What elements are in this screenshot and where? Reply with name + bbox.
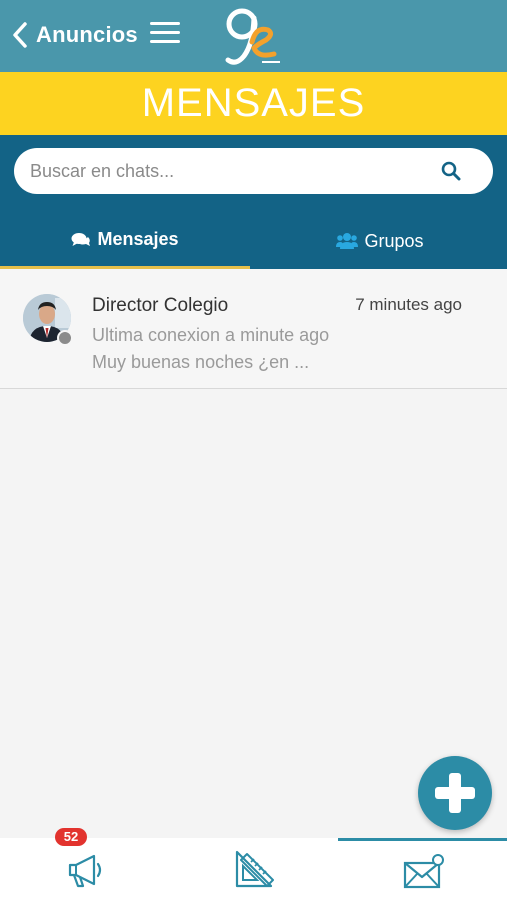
hamburger-menu-icon[interactable] — [150, 22, 180, 48]
back-button[interactable]: Anuncios — [10, 19, 138, 51]
back-label: Anuncios — [36, 22, 138, 47]
search-input[interactable] — [30, 148, 430, 194]
chat-message-preview: Muy buenas noches ¿en ... — [92, 352, 310, 372]
chevron-left-icon — [13, 22, 27, 48]
chat-list-item[interactable]: Director Colegio 7 minutes ago Ultima co… — [0, 269, 507, 389]
megaphone-icon — [68, 854, 101, 888]
ruler-triangle-icon — [235, 850, 274, 888]
users-icon — [336, 233, 359, 249]
envelope-icon — [403, 854, 444, 889]
app-logo — [225, 8, 280, 65]
bottom-navigation: 52 — [0, 828, 507, 900]
search-icon[interactable] — [441, 161, 461, 181]
search-panel: Mensajes Grupos — [0, 135, 507, 269]
nav-announcements[interactable]: 52 — [0, 828, 169, 900]
chat-timestamp: 7 minutes ago — [355, 295, 462, 314]
notification-badge: 52 — [55, 828, 87, 846]
tab-grupos[interactable]: Grupos — [253, 213, 507, 269]
tab-grupos-label: Grupos — [364, 230, 424, 251]
search-box — [14, 148, 493, 194]
top-bar: Anuncios — [0, 0, 507, 72]
chat-contact-name: Director Colegio — [92, 295, 229, 316]
page-title: MENSAJES — [141, 81, 366, 125]
chat-last-seen: Ultima conexion a minute ago — [92, 325, 330, 345]
tab-mensajes-label: Mensajes — [97, 229, 179, 249]
comments-icon — [71, 232, 91, 246]
tab-mensajes[interactable]: Mensajes — [0, 213, 250, 269]
nav-tools[interactable] — [169, 838, 338, 900]
page-title-banner: MENSAJES — [0, 72, 507, 135]
new-message-button[interactable] — [418, 756, 492, 830]
nav-messages[interactable] — [338, 838, 507, 900]
offline-status-indicator — [57, 330, 73, 346]
